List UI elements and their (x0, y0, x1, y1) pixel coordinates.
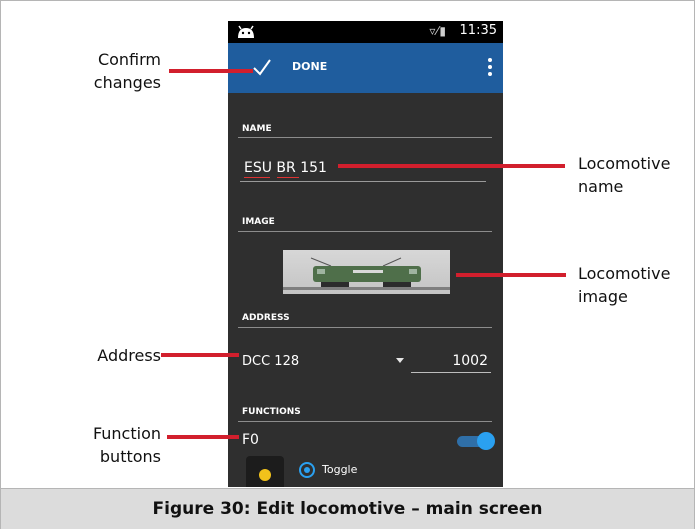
caption-bar: Figure 30: Edit locomotive – main screen (1, 488, 694, 529)
callout-text: changes (93, 73, 161, 92)
callout-text: Address (97, 346, 161, 365)
phone-screen: ▿⁄▮ 11:35 DONE NAME ESU BR 151 IMAGE ADD… (228, 21, 503, 487)
status-clock: 11:35 (459, 23, 497, 38)
divider (238, 327, 492, 328)
callout-text: image (578, 287, 628, 306)
divider (238, 421, 492, 422)
locomotive-image[interactable] (283, 250, 450, 294)
function-light-icon (259, 469, 271, 481)
image-section-label: IMAGE (242, 217, 275, 227)
locomotive-picture (283, 257, 450, 290)
pointer-line (167, 435, 239, 439)
callout-text: Function (92, 424, 161, 443)
divider (238, 231, 492, 232)
toggle-label: Toggle (322, 463, 358, 476)
callout-text: Confirm (97, 50, 161, 69)
callout-function: Function buttons (69, 422, 161, 468)
address-section-label: ADDRESS (242, 313, 290, 323)
callout-confirm: Confirm changes (69, 48, 161, 94)
figure-caption: Figure 30: Edit locomotive – main screen (152, 499, 543, 519)
address-input[interactable]: 1002 (418, 353, 488, 369)
action-bar: DONE (228, 43, 503, 93)
divider (238, 137, 492, 138)
check-icon[interactable] (252, 56, 272, 78)
callout-text: buttons (99, 447, 161, 466)
callout-text: Locomotive (578, 154, 671, 173)
dropdown-arrow-icon[interactable] (396, 358, 404, 363)
toggle-thumb[interactable] (477, 432, 495, 450)
spellcheck-underline (277, 177, 299, 178)
overflow-menu-icon[interactable] (487, 58, 493, 78)
pointer-line (161, 353, 239, 357)
status-bar: ▿⁄▮ 11:35 (228, 21, 503, 43)
callout-name: Locomotive name (578, 152, 688, 198)
pointer-line (338, 164, 565, 168)
callout-text: Locomotive (578, 264, 671, 283)
pointer-line (456, 273, 566, 277)
callout-text: name (578, 177, 624, 196)
name-section-label: NAME (242, 124, 272, 134)
pointer-line (169, 69, 253, 73)
function-name: F0 (242, 432, 259, 448)
figure-area: ▿⁄▮ 11:35 DONE NAME ESU BR 151 IMAGE ADD… (1, 1, 694, 487)
callout-address: Address (69, 344, 161, 367)
done-button[interactable]: DONE (292, 60, 327, 73)
callout-image: Locomotive image (578, 262, 688, 308)
protocol-select[interactable]: DCC 128 (242, 354, 299, 369)
signal-icons: ▿⁄▮ (429, 24, 447, 38)
spellcheck-underline (244, 177, 270, 178)
toggle-radio-icon[interactable] (299, 462, 315, 478)
functions-section-label: FUNCTIONS (242, 407, 301, 417)
name-field-underline (240, 181, 486, 182)
address-underline (411, 372, 491, 373)
figure-frame: ▿⁄▮ 11:35 DONE NAME ESU BR 151 IMAGE ADD… (0, 0, 695, 529)
android-icon (238, 25, 254, 38)
name-field[interactable]: ESU BR 151 (244, 160, 327, 176)
